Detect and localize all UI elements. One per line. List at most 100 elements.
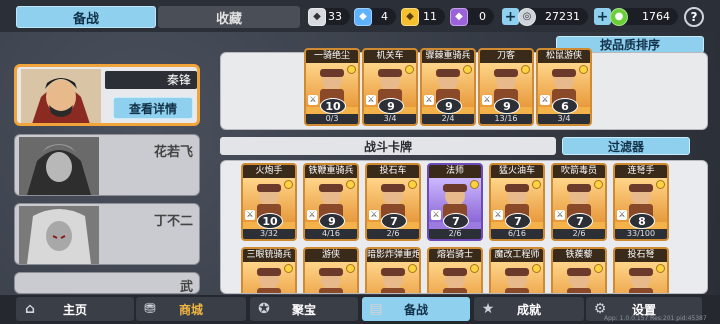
card-name: 松鼠游侠 <box>538 50 590 63</box>
rarity-icon <box>346 180 355 189</box>
nav-treasure[interactable]: ✪ 聚宝 <box>250 297 358 321</box>
card[interactable]: 连弩手 ⚔ 8 33/100 <box>613 163 669 241</box>
card-name: 铁蒺藜 <box>553 249 605 262</box>
rarity-icon <box>594 264 603 273</box>
tab-collection[interactable]: 收藏 <box>158 6 300 28</box>
card-level: 3/4 <box>538 114 590 124</box>
card[interactable]: 投石车 ⚔ 7 2/6 <box>365 163 421 241</box>
card[interactable]: 铁鞭重骑兵 ⚔ 9 4/16 <box>303 163 359 241</box>
hero-name: 丁不二 <box>153 214 193 229</box>
rarity-icon <box>463 65 472 74</box>
unit-type-icon: ⚔ <box>245 210 255 220</box>
card-level: 0/3 <box>306 114 358 124</box>
section-title: 战斗卡牌 <box>220 137 556 155</box>
unit-type-icon: ⚔ <box>307 210 317 220</box>
card[interactable]: 骤棘重骑兵 ⚔ 9 2/4 <box>420 48 476 126</box>
nav-shop[interactable]: ⛃ 商城 <box>136 297 246 321</box>
card[interactable]: 魔改工程师⚔ <box>489 247 545 293</box>
blue-gem-icon: ◆ <box>354 7 372 26</box>
nav-label: 成就 <box>516 302 541 317</box>
card-name: 骤棘重骑兵 <box>422 50 474 63</box>
collection-grid: 火炮手 ⚔ 10 3/32 铁鞭重骑兵 ⚔ 9 4/16 投石车 ⚔ 7 2/6 法师 ⚔ 7 2/6 猛火油车… <box>241 163 701 293</box>
unit-type-icon: ⚔ <box>617 210 627 220</box>
card-name: 火炮手 <box>243 165 295 178</box>
card-level: 2/4 <box>422 114 474 124</box>
help-button[interactable]: ? <box>684 7 704 27</box>
unit-type-icon: ⚔ <box>369 210 379 220</box>
nav-label: 聚宝 <box>291 302 316 317</box>
nav-castle[interactable]: ⌂ 主页 <box>16 297 134 321</box>
card-name: 刀客 <box>480 50 532 63</box>
card-art: ⚔ <box>491 262 543 293</box>
card-level: 2/6 <box>553 229 605 239</box>
card-cost: 6 <box>552 98 578 114</box>
purple-gem-icon: ◆ <box>450 7 468 26</box>
tab-prepare[interactable]: 备战 <box>16 6 156 28</box>
card-name: 吹箭毒员 <box>553 165 605 178</box>
card-art: ⚔ <box>429 262 481 293</box>
card-art: ⚔ 10 <box>243 178 295 229</box>
view-details-button[interactable]: 查看详情 <box>113 97 193 119</box>
castle-icon: ⌂ <box>24 301 36 317</box>
unit-type-icon: ⚔ <box>540 95 550 105</box>
hero-card[interactable]: 武 <box>14 272 200 294</box>
coin-counter: ◎ 27231 <box>518 7 588 26</box>
filter-button[interactable]: 过滤器 <box>562 137 690 155</box>
card[interactable]: 游侠⚔ <box>303 247 359 293</box>
rarity-icon <box>408 264 417 273</box>
card-level: 3/4 <box>364 114 416 124</box>
card[interactable]: 熔岩骑士⚔ <box>427 247 483 293</box>
card-name: 暗影炸弹重炮 <box>367 249 419 262</box>
card-cost: 7 <box>567 213 593 229</box>
silver-gem-icon: ◆ <box>308 7 326 26</box>
blue-gem-value: 4 <box>381 10 388 23</box>
card[interactable]: 猛火油车 ⚔ 7 6/16 <box>489 163 545 241</box>
add-coin-button[interactable]: + <box>502 8 519 25</box>
card-name: 投石弩 <box>615 249 667 262</box>
card[interactable]: 一骑绝尘 ⚔ 10 0/3 <box>304 48 360 126</box>
card-cost: 9 <box>494 98 520 114</box>
unit-type-icon: ⚔ <box>482 95 492 105</box>
card[interactable]: 三眼铳骑兵⚔ <box>241 247 297 293</box>
card[interactable]: 刀客 ⚔ 9 13/16 <box>478 48 534 126</box>
nav-cards[interactable]: ▤ 备战 <box>362 297 470 321</box>
unit-type-icon: ⚔ <box>493 210 503 220</box>
unit-type-icon: ⚔ <box>308 95 318 105</box>
card[interactable]: 吹箭毒员 ⚔ 7 2/6 <box>551 163 607 241</box>
rarity-icon <box>532 180 541 189</box>
hero-card-selected[interactable]: 秦锋 查看详情 <box>14 64 200 126</box>
card[interactable]: 暗影炸弹重炮⚔ <box>365 247 421 293</box>
card-cost: 10 <box>257 213 283 229</box>
card-level: 3/32 <box>243 229 295 239</box>
card[interactable]: 松鼠游侠 ⚔ 6 3/4 <box>536 48 592 126</box>
hero-portrait-qinfeng <box>21 69 101 123</box>
card-name: 连弩手 <box>615 165 667 178</box>
hero-name: 秦锋 <box>105 71 197 89</box>
card-name: 机关车 <box>364 50 416 63</box>
hero-card[interactable]: 花若飞 <box>14 134 200 196</box>
card[interactable]: 法师 ⚔ 7 2/6 <box>427 163 483 241</box>
card[interactable]: 机关车 ⚔ 9 3/4 <box>362 48 418 126</box>
card[interactable]: 铁蒺藜⚔ <box>551 247 607 293</box>
card-level: 2/6 <box>367 229 419 239</box>
card[interactable]: 投石弩⚔ <box>613 247 669 293</box>
card-name: 游侠 <box>305 249 357 262</box>
card-art: ⚔ 8 <box>615 178 667 229</box>
card-cost: 7 <box>505 213 531 229</box>
hero-card[interactable]: 丁不二 <box>14 203 200 265</box>
nav-achievement[interactable]: ★ 成就 <box>474 297 584 321</box>
card-name: 铁鞭重骑兵 <box>305 165 357 178</box>
card-art: ⚔ <box>243 262 295 293</box>
rarity-icon <box>656 180 665 189</box>
add-gem-button[interactable]: + <box>594 8 611 25</box>
card-name: 熔岩骑士 <box>429 249 481 262</box>
card-art: ⚔ 9 <box>305 178 357 229</box>
rarity-icon <box>347 65 356 74</box>
unit-type-icon: ⚔ <box>424 95 434 105</box>
card-name: 猛火油车 <box>491 165 543 178</box>
achievement-icon: ★ <box>481 301 495 317</box>
rarity-icon <box>408 180 417 189</box>
card[interactable]: 火炮手 ⚔ 10 3/32 <box>241 163 297 241</box>
card-name: 法师 <box>429 165 481 178</box>
card-level: 13/16 <box>480 114 532 124</box>
